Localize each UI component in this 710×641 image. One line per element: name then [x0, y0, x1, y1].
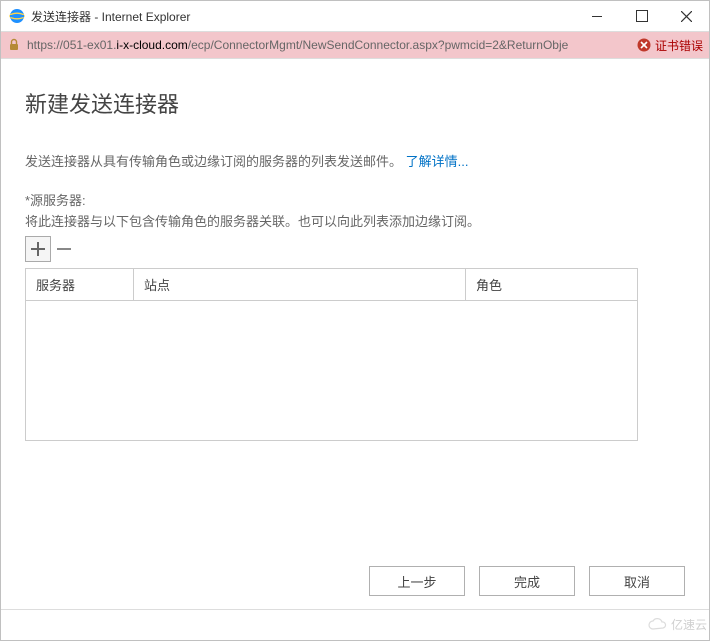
wizard-footer: 上一步 完成 取消 [369, 566, 685, 596]
window-titlebar: 发送连接器 - Internet Explorer [1, 1, 709, 31]
plus-icon [31, 242, 45, 256]
close-icon [681, 11, 692, 22]
divider [1, 609, 709, 610]
minus-icon [57, 248, 71, 250]
window-title: 发送连接器 - Internet Explorer [31, 8, 190, 25]
add-button[interactable] [25, 236, 51, 262]
url-host-pre: 051-ex01. [63, 38, 116, 52]
source-server-label: *源服务器: [25, 190, 685, 209]
page-title: 新建发送连接器 [25, 87, 685, 119]
table-row-empty [26, 301, 638, 441]
maximize-button[interactable] [619, 1, 664, 31]
url-path: /ecp/ConnectorMgmt/NewSendConnector.aspx… [188, 38, 569, 52]
cert-error-badge[interactable]: 证书错误 [637, 37, 703, 54]
ie-icon [9, 8, 25, 24]
col-site[interactable]: 站点 [134, 269, 466, 301]
learn-more-link[interactable]: 了解详情... [406, 154, 469, 169]
cancel-button[interactable]: 取消 [589, 566, 685, 596]
table-header-row: 服务器 站点 角色 [26, 269, 638, 301]
servers-table: 服务器 站点 角色 [25, 268, 638, 441]
url-text: https://051-ex01.i-x-cloud.com/ecp/Conne… [27, 38, 631, 52]
col-role[interactable]: 角色 [466, 269, 638, 301]
watermark: 亿速云 [627, 610, 707, 638]
page-content: 新建发送连接器 发送连接器从具有传输角色或边缘订阅的服务器的列表发送邮件。 了解… [1, 59, 709, 441]
url-domain: i-x-cloud.com [116, 38, 187, 52]
empty-cell [26, 301, 638, 441]
remove-button[interactable] [51, 236, 77, 262]
lock-icon [7, 38, 21, 52]
window-controls [574, 1, 709, 31]
cloud-icon [647, 617, 667, 631]
page-description: 发送连接器从具有传输角色或边缘订阅的服务器的列表发送邮件。 了解详情... [25, 151, 685, 170]
close-button[interactable] [664, 1, 709, 31]
back-button[interactable]: 上一步 [369, 566, 465, 596]
address-bar[interactable]: https://051-ex01.i-x-cloud.com/ecp/Conne… [1, 31, 709, 59]
watermark-text: 亿速云 [671, 616, 707, 633]
finish-button[interactable]: 完成 [479, 566, 575, 596]
url-proto: https:// [27, 38, 63, 52]
table-toolbar [25, 236, 685, 262]
desc-text: 发送连接器从具有传输角色或边缘订阅的服务器的列表发送邮件。 [25, 154, 402, 169]
minimize-button[interactable] [574, 1, 619, 31]
col-server[interactable]: 服务器 [26, 269, 134, 301]
cert-error-label: 证书错误 [655, 37, 703, 54]
source-server-desc: 将此连接器与以下包含传输角色的服务器关联。也可以向此列表添加边缘订阅。 [25, 211, 685, 230]
error-icon [637, 38, 651, 52]
